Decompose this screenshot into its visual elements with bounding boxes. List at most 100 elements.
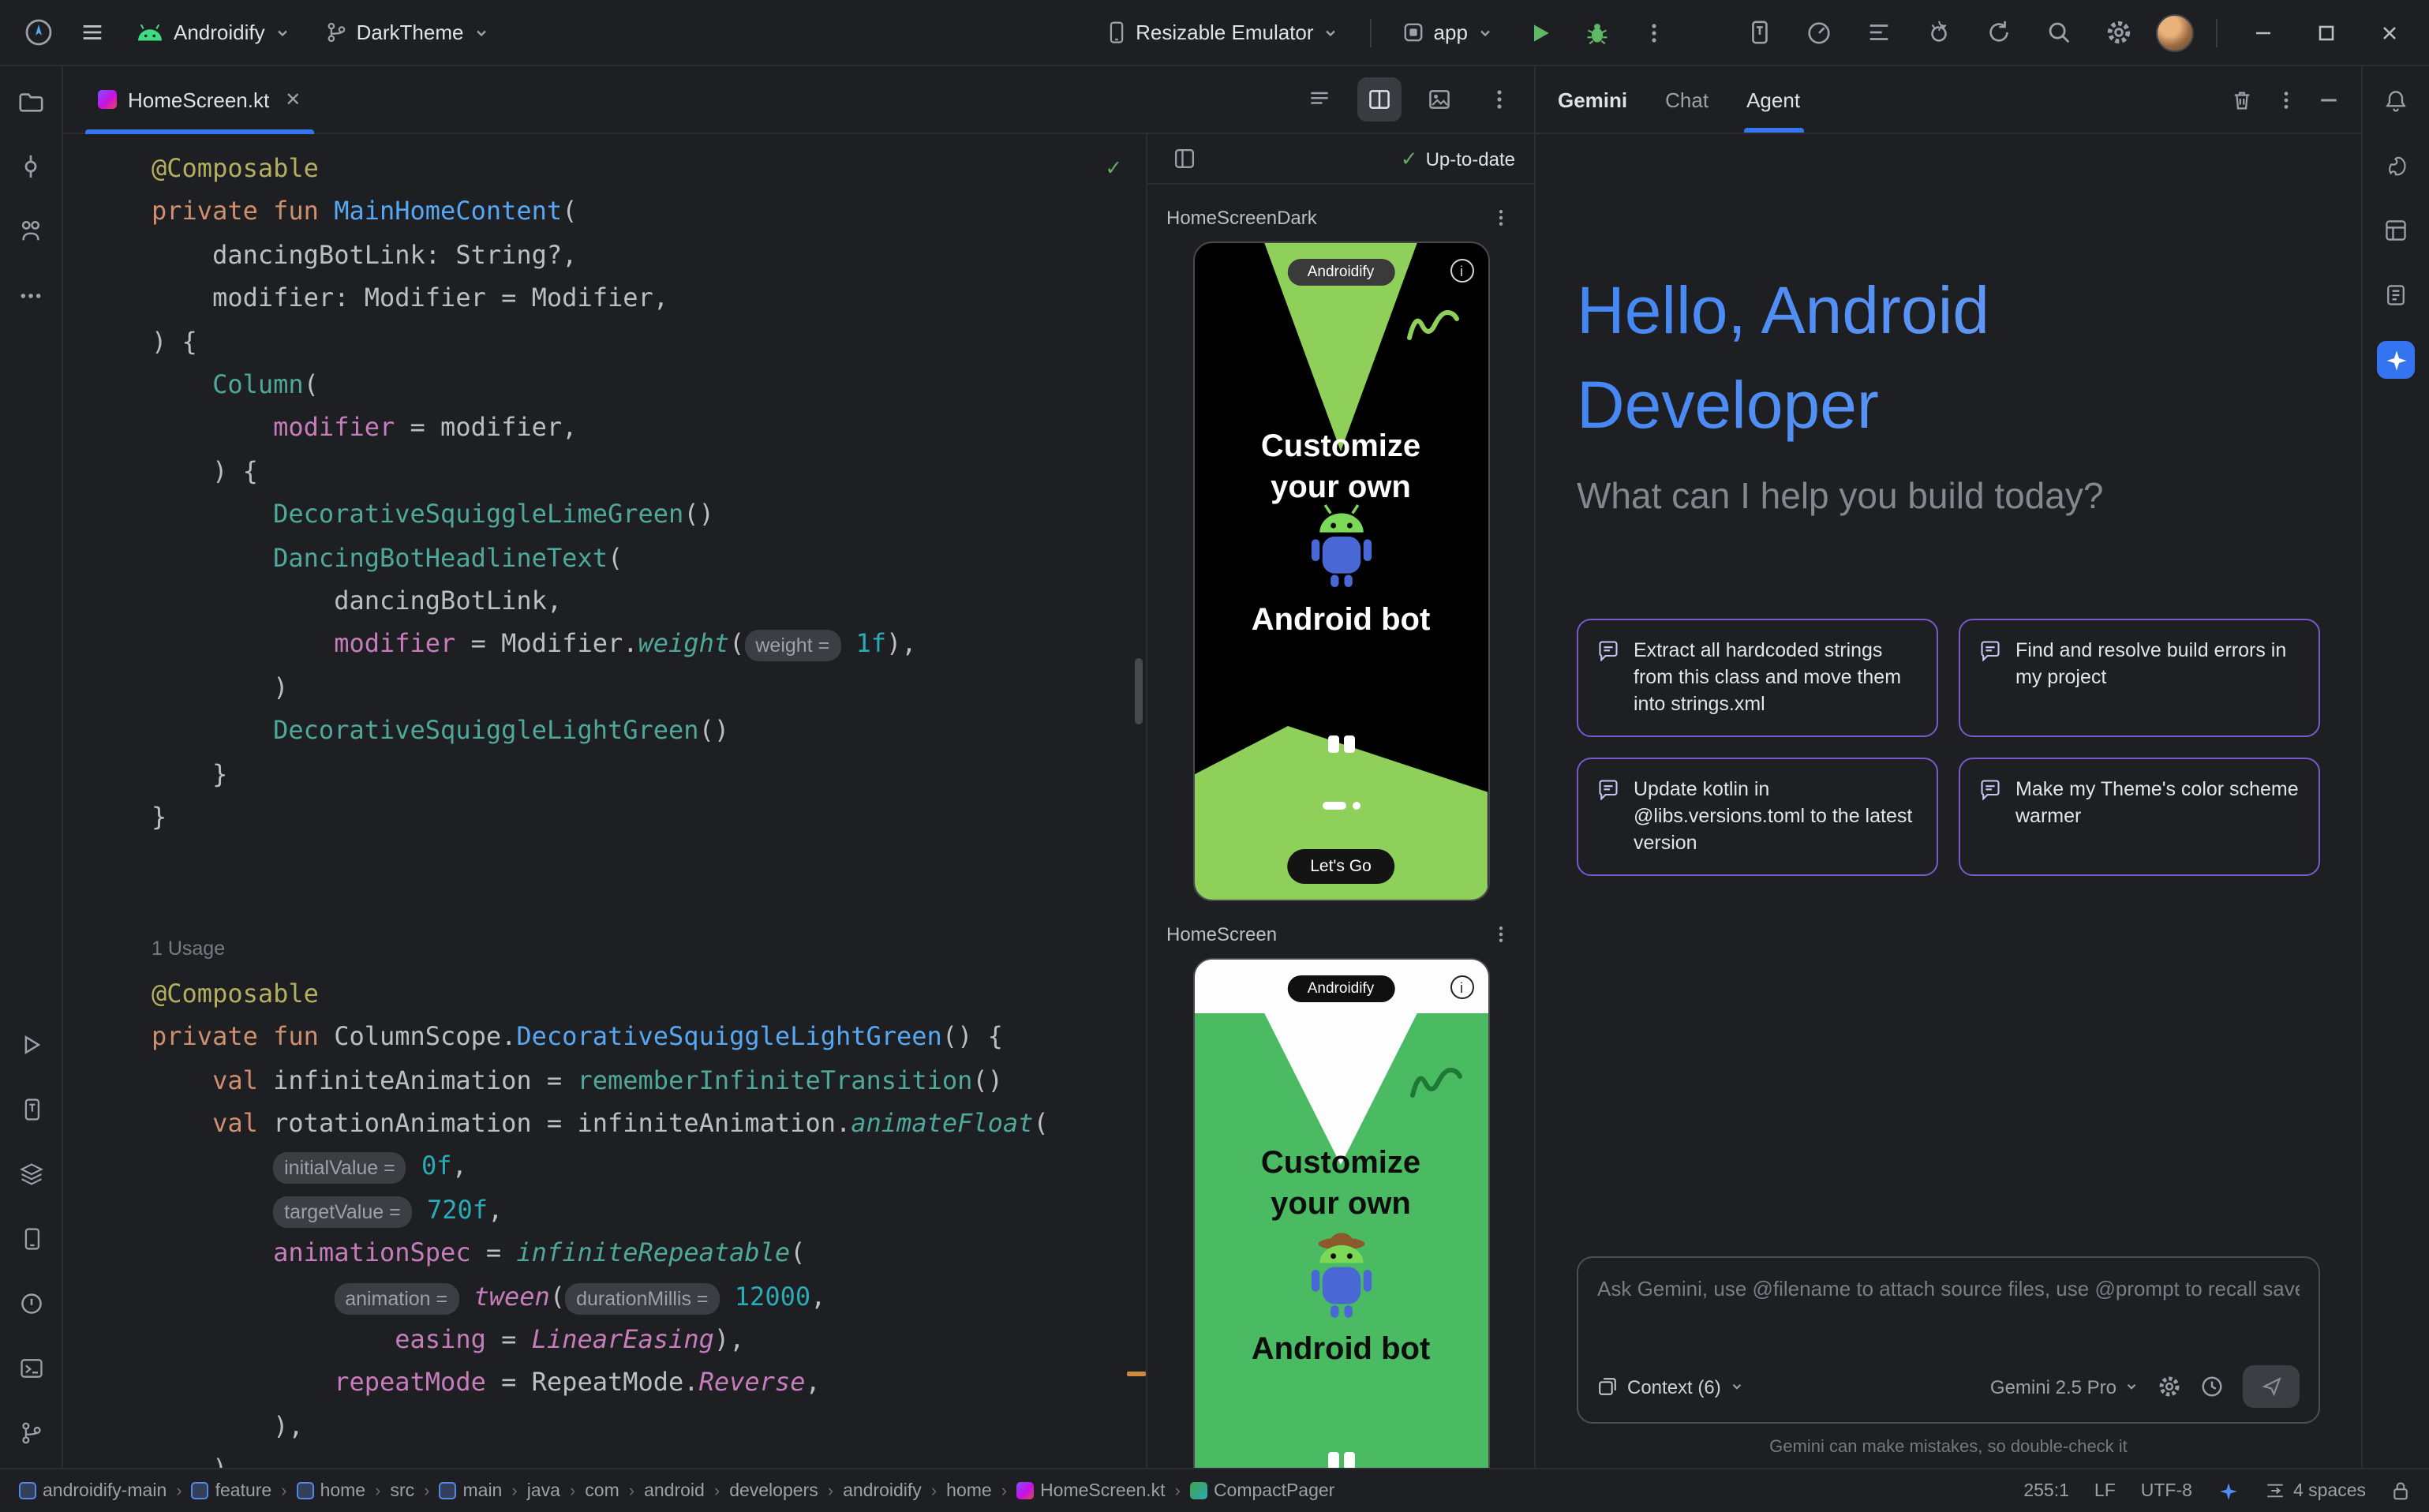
terminal-toolwindow-icon[interactable] <box>12 1349 50 1387</box>
editor-tab-homescreen[interactable]: HomeScreen.kt ✕ <box>85 66 313 133</box>
suggestion-card-theme-warmer[interactable]: Make my Theme's color scheme warmer <box>1959 758 2320 876</box>
search-everywhere-icon[interactable] <box>2036 10 2080 54</box>
running-devices-toolwindow-icon[interactable] <box>12 1091 50 1128</box>
code-line[interactable]: private fun MainHomeContent( <box>152 190 1146 234</box>
line-separator[interactable]: LF <box>2094 1481 2116 1500</box>
code-line[interactable]: animation = tween(durationMillis = 12000… <box>152 1274 1146 1318</box>
breadcrumb-item[interactable]: home <box>297 1481 366 1500</box>
breadcrumb-item[interactable]: src <box>390 1481 414 1500</box>
tab-chat[interactable]: Chat <box>1665 66 1709 133</box>
breadcrumb-item[interactable]: main <box>440 1481 503 1500</box>
caret-position[interactable]: 255:1 <box>2023 1481 2069 1500</box>
preview-card-homescreendark[interactable]: Androidify i Customize your own Android … <box>1192 241 1489 901</box>
notifications-bell-icon[interactable] <box>2377 82 2415 120</box>
more-toolwindows-icon[interactable] <box>12 276 50 314</box>
code-line[interactable]: ) { <box>152 450 1146 493</box>
editor-scrollbar-thumb[interactable] <box>1135 658 1143 724</box>
device-manager-icon[interactable] <box>12 1220 50 1258</box>
breadcrumb-item[interactable]: androidify <box>843 1481 922 1500</box>
code-line[interactable]: Column( <box>152 363 1146 406</box>
code-line[interactable]: initialValue = 0f, <box>152 1145 1146 1188</box>
suggestion-card-build-errors[interactable]: Find and resolve build errors in my proj… <box>1959 619 2320 737</box>
file-encoding[interactable]: UTF-8 <box>2141 1481 2192 1500</box>
app-quality-insights-icon[interactable] <box>1916 10 1960 54</box>
code-line[interactable]: } <box>152 752 1146 795</box>
sync-project-icon[interactable] <box>1976 10 2020 54</box>
vcs-branch-selector[interactable]: DarkTheme <box>313 14 502 51</box>
gemini-prompt-input[interactable]: Ask Gemini, use @filename to attach sour… <box>1577 1256 2320 1424</box>
window-minimize-button[interactable] <box>2240 10 2287 54</box>
project-toolwindow-icon[interactable] <box>12 82 50 120</box>
main-menu-button[interactable] <box>69 10 114 54</box>
code-line[interactable]: val rotationAnimation = infiniteAnimatio… <box>152 1102 1146 1145</box>
code-line[interactable]: modifier = modifier, <box>152 406 1146 450</box>
breadcrumb-item[interactable]: developers <box>729 1481 818 1500</box>
code-line[interactable]: easing = LinearEasing), <box>152 1318 1146 1361</box>
code-line[interactable]: dancingBotLink, <box>152 579 1146 623</box>
gemini-kebab-icon[interactable] <box>2276 89 2296 110</box>
breadcrumb-item[interactable]: com <box>585 1481 619 1500</box>
gradle-toolwindow-icon[interactable] <box>2377 147 2415 185</box>
code-line[interactable]: ) { <box>152 320 1146 363</box>
preview-kebab-icon[interactable] <box>1487 204 1515 232</box>
code-line[interactable]: targetValue = 720f, <box>152 1188 1146 1231</box>
readonly-lock-icon[interactable] <box>2391 1480 2410 1501</box>
running-devices-icon[interactable] <box>1736 10 1780 54</box>
layout-inspector-icon[interactable] <box>2377 211 2415 249</box>
code-line[interactable]: modifier: Modifier = Modifier, <box>152 276 1146 320</box>
code-line[interactable]: val infiniteAnimation = rememberInfinite… <box>152 1058 1146 1102</box>
build-variants-icon[interactable] <box>12 1155 50 1193</box>
breadcrumb-item[interactable]: androidify-main <box>19 1481 167 1500</box>
delete-conversation-icon[interactable] <box>2230 88 2254 111</box>
code-line[interactable]: @Composable <box>152 971 1146 1015</box>
breadcrumb-item[interactable]: HomeScreen.kt <box>1016 1481 1166 1500</box>
code-line[interactable]: DecorativeSquiggleLightGreen() <box>152 709 1146 753</box>
code-line[interactable]: } <box>152 795 1146 839</box>
code-line[interactable]: 1 Usage <box>152 926 1146 972</box>
indent-setting[interactable]: 4 spaces <box>2265 1480 2366 1501</box>
code-view-icon[interactable] <box>1297 77 1342 122</box>
code-line[interactable]: private fun ColumnScope.DecorativeSquigg… <box>152 1015 1146 1058</box>
run-toolwindow-icon[interactable] <box>12 1026 50 1064</box>
context-selector[interactable]: Context (6) <box>1597 1375 1745 1398</box>
send-button[interactable] <box>2243 1365 2300 1408</box>
gemini-toolwindow-icon[interactable] <box>2377 341 2415 379</box>
code-editor[interactable]: @Composableprivate fun MainHomeContent( … <box>63 134 1146 1468</box>
code-line[interactable]: animationSpec = infiniteRepeatable( <box>152 1231 1146 1274</box>
project-selector[interactable]: Androidify <box>123 14 303 51</box>
code-line[interactable]: ), <box>152 1405 1146 1448</box>
window-close-button[interactable] <box>2366 10 2413 54</box>
ai-spark-icon[interactable] <box>2218 1480 2240 1502</box>
more-actions-button[interactable] <box>1632 10 1676 54</box>
user-avatar[interactable] <box>2156 13 2194 51</box>
settings-gear-icon[interactable] <box>2096 10 2140 54</box>
device-selector[interactable]: Resizable Emulator <box>1093 13 1351 51</box>
suggestion-card-extract-strings[interactable]: Extract all hardcoded strings from this … <box>1577 619 1938 737</box>
prompt-settings-icon[interactable] <box>2158 1375 2181 1398</box>
profiler-icon[interactable] <box>1796 10 1840 54</box>
preview-card-homescreen[interactable]: Androidify i Customize your own Android … <box>1192 958 1489 1468</box>
model-selector[interactable]: Gemini 2.5 Pro <box>1990 1375 2139 1398</box>
code-line[interactable]: modifier = Modifier.weight(weight = 1f), <box>152 623 1146 666</box>
code-line[interactable] <box>152 882 1146 926</box>
run-configuration-selector[interactable]: app <box>1391 14 1506 51</box>
logcat-icon[interactable] <box>1856 10 1900 54</box>
code-line[interactable]: DecorativeSquiggleLimeGreen() <box>152 493 1146 537</box>
tab-agent[interactable]: Agent <box>1746 66 1800 133</box>
breadcrumb-item[interactable]: java <box>527 1481 560 1500</box>
preview-layout-icon[interactable] <box>1166 141 1201 176</box>
tab-close-icon[interactable]: ✕ <box>285 88 301 110</box>
split-view-icon[interactable] <box>1357 77 1402 122</box>
hide-panel-icon[interactable] <box>2319 89 2339 110</box>
debug-button[interactable] <box>1575 10 1619 54</box>
commit-toolwindow-icon[interactable] <box>12 147 50 185</box>
run-button[interactable] <box>1518 10 1563 54</box>
code-line[interactable]: ) <box>152 1447 1146 1468</box>
code-line[interactable] <box>152 839 1146 882</box>
editor-kebab-menu-icon[interactable] <box>1477 77 1521 122</box>
breadcrumb-item[interactable]: android <box>644 1481 705 1500</box>
code-line[interactable]: DancingBotHeadlineText( <box>152 536 1146 579</box>
preview-scroll-area[interactable]: HomeScreenDark Androidify i Customize yo… <box>1147 185 1534 1468</box>
prompt-history-icon[interactable] <box>2200 1375 2224 1398</box>
problems-toolwindow-icon[interactable] <box>12 1285 50 1323</box>
